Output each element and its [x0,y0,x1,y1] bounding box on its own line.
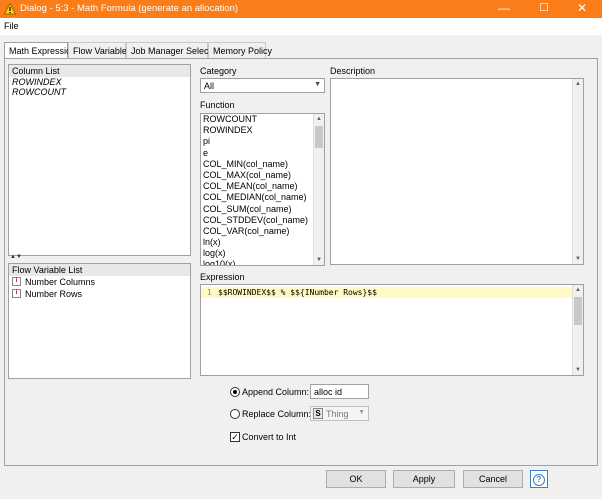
scroll-thumb[interactable] [574,297,582,325]
flow-variable-int-icon: i [12,289,21,298]
string-type-icon: S [313,408,323,419]
scroll-up-icon[interactable]: ▲ [573,79,583,89]
category-value: All [204,81,215,91]
scroll-down-icon[interactable]: ▼ [573,254,583,264]
chevron-down-icon[interactable]: ▼ [358,409,365,416]
splitter-arrows-icon[interactable]: ▲▼ [10,254,22,260]
ok-button[interactable]: OK [326,470,386,488]
tab-memory-policy[interactable]: Memory Policy [208,42,272,58]
column-item-rowindex[interactable]: ROWINDEX [9,77,190,87]
description-label: Description [330,66,376,76]
flow-variable-list-header: Flow Variable List [9,264,190,276]
function-item[interactable]: COL_SUM(col_name) [201,204,324,215]
line-number: 1 [207,288,212,297]
description-scrollbar[interactable]: ▲ ▼ [572,79,583,264]
scroll-down-icon[interactable]: ▼ [314,255,324,265]
expression-code[interactable]: $$ROWINDEX$$ % $${INumber Rows}$$ [218,288,377,297]
warning-icon [4,3,16,15]
convert-to-int-checkbox[interactable]: ✓ [230,432,240,442]
function-item[interactable]: ROWCOUNT [201,114,324,125]
description-area[interactable]: ▲ ▼ [330,78,584,265]
scroll-down-icon[interactable]: ▼ [573,365,583,375]
scroll-up-icon[interactable]: ▲ [573,285,583,295]
scroll-up-icon[interactable]: ▲ [314,114,324,124]
tab-math-expression[interactable]: Math Expression [4,42,76,59]
function-item[interactable]: COL_MEDIAN(col_name) [201,192,324,203]
title-bar: Dialog - 5:3 - Math Formula (generate an… [0,0,602,18]
flow-variable-label: Number Rows [25,289,83,299]
menu-bar: File [0,18,602,35]
function-item[interactable]: COL_MAX(col_name) [201,170,324,181]
expression-editor[interactable]: 1 $$ROWINDEX$$ % $${INumber Rows}$$ ▲ ▼ [200,284,584,376]
category-label: Category [200,66,237,76]
column-list[interactable]: Column List ROWINDEX ROWCOUNT [8,64,191,256]
append-column-input[interactable]: alloc id [310,384,369,399]
function-list[interactable]: ROWCOUNT ROWINDEX pi e COL_MIN(col_name) COL_… [200,113,325,266]
function-item[interactable]: e [201,148,324,159]
replace-column-value: Thing [326,409,349,419]
function-item[interactable]: COL_STDDEV(col_name) [201,215,324,226]
column-list-header: Column List [9,65,190,77]
flow-variable-list[interactable]: Flow Variable List i Number Columns i Nu… [8,263,191,379]
function-item[interactable]: ROWINDEX [201,125,324,136]
convert-to-int-label[interactable]: Convert to Int [242,432,296,442]
chevron-down-icon[interactable]: ▼ [314,81,321,88]
expression-label: Expression [200,272,245,282]
append-column-radio[interactable] [230,387,240,397]
flow-variable-label: Number Columns [25,277,96,287]
append-column-label[interactable]: Append Column: [242,387,309,397]
function-item[interactable]: pi [201,136,324,147]
help-button[interactable]: ? [530,470,548,488]
splitter[interactable]: ▲▼ [8,254,191,262]
help-icon: ? [533,474,545,486]
column-item-rowcount[interactable]: ROWCOUNT [9,87,190,97]
flow-variable-int-icon: i [12,277,21,286]
function-item[interactable]: ln(x) [201,237,324,248]
replace-column-radio[interactable] [230,409,240,419]
category-dropdown[interactable]: All ▼ [200,78,325,93]
scroll-thumb[interactable] [315,126,323,148]
flow-variable-item[interactable]: i Number Columns [9,276,190,288]
function-item[interactable]: log(x) [201,248,324,259]
tab-job-manager-selection[interactable]: Job Manager Selection [126,42,223,58]
apply-button[interactable]: Apply [393,470,455,488]
tab-flow-variables[interactable]: Flow Variables [68,42,131,58]
function-item[interactable]: COL_MIN(col_name) [201,159,324,170]
window-title: Dialog - 5:3 - Math Formula (generate an… [20,3,239,14]
append-column-value: alloc id [314,387,343,397]
function-items: ROWCOUNT ROWINDEX pi e COL_MIN(col_name) COL_… [201,114,324,265]
menu-file[interactable]: File [4,21,19,31]
function-item[interactable]: log10(x) [201,259,324,265]
function-scrollbar[interactable]: ▲ ▼ [313,114,324,265]
flow-variable-item[interactable]: i Number Rows [9,288,190,300]
expression-scrollbar[interactable]: ▲ ▼ [572,285,583,375]
replace-column-label[interactable]: Replace Column: [242,409,311,419]
function-item[interactable]: COL_VAR(col_name) [201,226,324,237]
function-item[interactable]: COL_MEAN(col_name) [201,181,324,192]
replace-column-dropdown[interactable]: S Thing ▼ [310,406,369,421]
minimize-button[interactable]: — [484,0,524,18]
cancel-button[interactable]: Cancel [463,470,523,488]
maximize-button[interactable]: ☐ [524,0,564,18]
close-button[interactable]: ✕ [562,0,602,18]
function-label: Function [200,100,235,110]
